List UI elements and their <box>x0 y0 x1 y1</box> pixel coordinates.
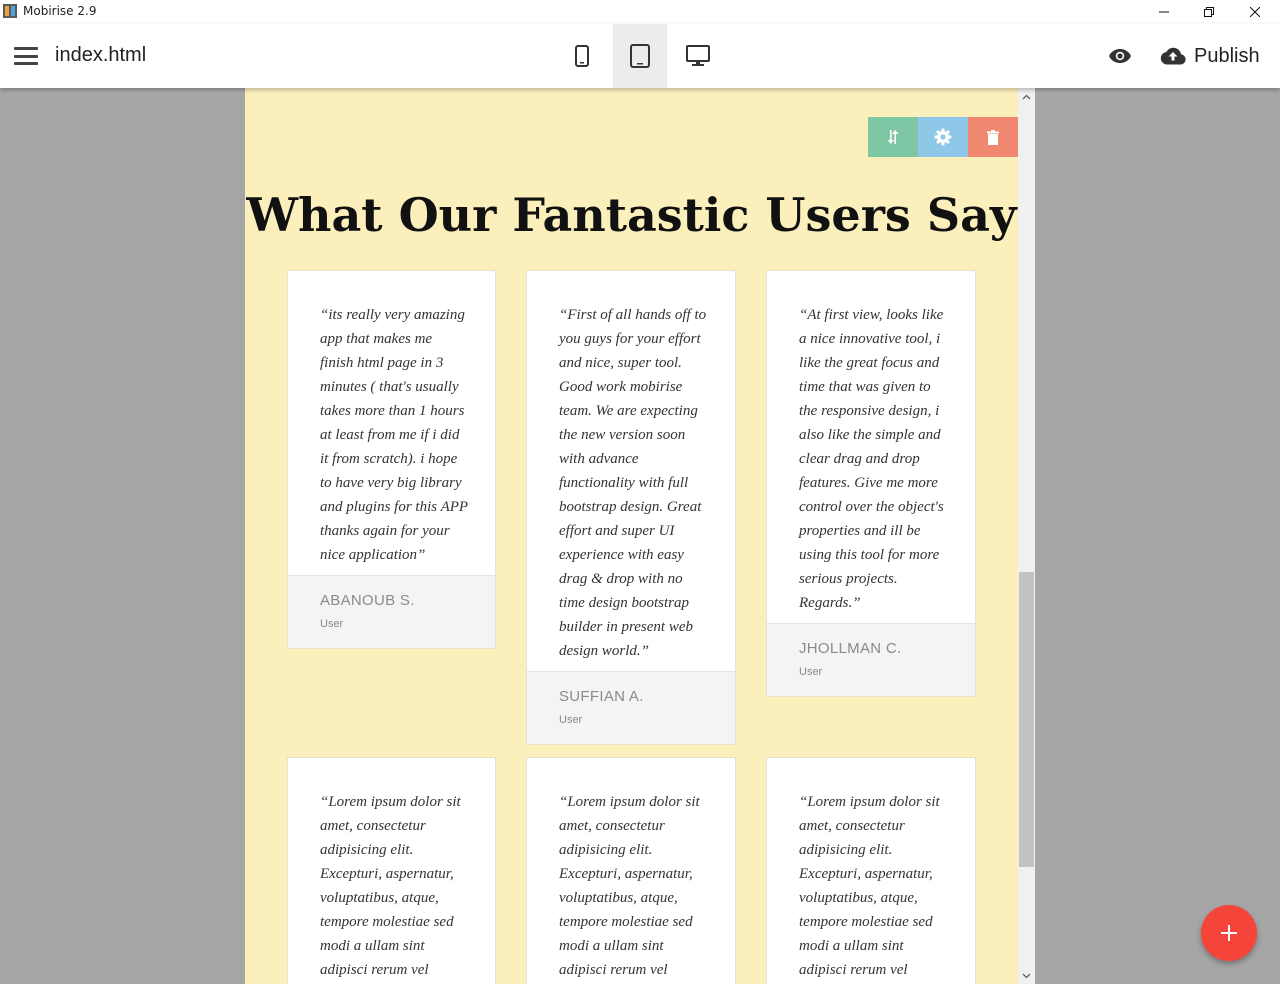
scroll-up-button[interactable] <box>1018 88 1035 105</box>
canvas-scrollbar[interactable] <box>1018 88 1035 984</box>
testimonial-footer: JHOLLMAN C. User <box>767 623 975 696</box>
author-name: ABANOUB S. <box>320 592 415 609</box>
tablet-view-button[interactable] <box>613 24 667 88</box>
minimize-icon <box>1159 11 1169 13</box>
block-toolbar <box>868 117 1018 157</box>
chevron-down-icon <box>1022 973 1031 978</box>
author-role: User <box>799 666 823 678</box>
testimonial-footer: SUFFIAN A. User <box>527 671 735 744</box>
section-title: What Our Fantastic Users Say <box>246 188 1017 242</box>
plus-icon <box>1221 925 1237 941</box>
testimonial-card: “Lorem ipsum dolor sit amet, consectetur… <box>287 757 496 984</box>
restore-button[interactable] <box>1186 0 1232 24</box>
window-title: Mobirise 2.9 <box>23 4 97 18</box>
cloud-upload-icon <box>1160 47 1186 65</box>
scroll-down-button[interactable] <box>1018 967 1035 984</box>
app-toolbar: index.html Publish <box>0 24 1280 88</box>
close-icon <box>1250 7 1260 17</box>
menu-line <box>14 62 38 65</box>
mobile-view-button[interactable] <box>555 24 609 88</box>
delete-block-button[interactable] <box>968 117 1018 157</box>
author-role: User <box>320 618 344 630</box>
window-titlebar: Mobirise 2.9 <box>0 0 1280 24</box>
menu-line <box>14 54 38 58</box>
testimonial-quote: “Lorem ipsum dolor sit amet, consectetur… <box>320 794 461 978</box>
author-name: JHOLLMAN C. <box>799 640 902 657</box>
testimonial-quote: “At first view, looks like a nice innova… <box>799 307 944 611</box>
eye-icon <box>1109 49 1131 63</box>
testimonial-quote: “First of all hands off to you guys for … <box>559 307 707 659</box>
testimonial-card: “its really very amazing app that makes … <box>287 270 496 649</box>
app-logo-icon <box>3 4 17 18</box>
preview-button[interactable] <box>1106 42 1134 70</box>
author-name: SUFFIAN A. <box>559 688 644 705</box>
desktop-view-button[interactable] <box>671 24 725 88</box>
restore-icon <box>1204 7 1214 17</box>
trash-icon <box>987 129 999 145</box>
author-role: User <box>559 714 583 726</box>
block-settings-button[interactable] <box>918 117 968 157</box>
page-filename: index.html <box>55 44 147 66</box>
menu-line <box>14 47 38 50</box>
monitor-icon <box>686 45 710 66</box>
close-button[interactable] <box>1232 0 1278 24</box>
page-canvas: What Our Fantastic Users Say “its really… <box>245 88 1018 984</box>
gear-icon <box>934 128 952 146</box>
publish-label: Publish <box>1194 44 1260 67</box>
testimonial-quote: “its really very amazing app that makes … <box>320 307 468 563</box>
scrollbar-thumb[interactable] <box>1019 572 1034 867</box>
testimonial-card: “Lorem ipsum dolor sit amet, consectetur… <box>766 757 976 984</box>
phone-icon <box>575 45 589 67</box>
testimonial-quote: “Lorem ipsum dolor sit amet, consectetur… <box>799 794 940 978</box>
testimonial-card: “Lorem ipsum dolor sit amet, consectetur… <box>526 757 736 984</box>
move-icon <box>887 130 899 144</box>
testimonial-card: “At first view, looks like a nice innova… <box>766 270 976 697</box>
publish-button[interactable]: Publish <box>1160 42 1260 70</box>
move-block-button[interactable] <box>868 117 918 157</box>
hamburger-menu-icon[interactable] <box>14 44 40 68</box>
minimize-button[interactable] <box>1141 0 1187 24</box>
testimonial-footer: ABANOUB S. User <box>288 575 495 648</box>
chevron-up-icon <box>1022 94 1031 99</box>
add-block-button[interactable] <box>1201 905 1257 961</box>
testimonial-quote: “Lorem ipsum dolor sit amet, consectetur… <box>559 794 700 978</box>
tablet-icon <box>630 44 650 68</box>
testimonial-card: “First of all hands off to you guys for … <box>526 270 736 745</box>
